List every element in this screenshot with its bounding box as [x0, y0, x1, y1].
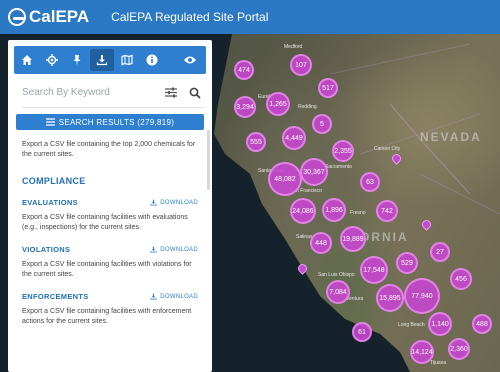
violations-section: VIOLATIONS DOWNLOAD Export a CSV file co… — [22, 245, 198, 280]
home-icon — [22, 55, 32, 65]
place-long-beach: Long Beach — [398, 322, 425, 328]
enforcements-section: ENFORCEMENTS DOWNLOAD Export a CSV file … — [22, 292, 198, 327]
map-cluster[interactable]: 7,084 — [326, 280, 350, 304]
download-tab-button[interactable] — [90, 49, 114, 71]
map-cluster[interactable]: 61 — [352, 322, 372, 342]
map-cluster[interactable]: 3,294 — [234, 96, 256, 118]
map-cluster[interactable]: 742 — [376, 200, 398, 222]
map-cluster[interactable]: 24,086 — [290, 198, 316, 224]
list-icon — [45, 118, 55, 126]
home-button[interactable] — [15, 49, 39, 71]
panel-toolbar — [14, 46, 206, 74]
map-layers-button[interactable] — [115, 49, 139, 71]
download-label: DOWNLOAD — [160, 199, 198, 206]
download-label: DOWNLOAD — [160, 246, 198, 253]
place-medford: Medford — [284, 44, 303, 50]
calepa-logo-icon — [8, 8, 26, 26]
map-cluster[interactable]: 4,449 — [282, 126, 306, 150]
place-sacramento: Sacramento — [325, 164, 352, 170]
map-cluster[interactable]: 1,896 — [322, 198, 346, 222]
enforcements-description: Export a CSV file containing facilities … — [22, 308, 192, 325]
map-cluster[interactable]: 30,367 — [300, 158, 328, 186]
download-icon — [150, 293, 157, 300]
chemicals-export-description: Export a CSV file containing the top 2,0… — [22, 141, 196, 158]
evaluations-description: Export a CSV file containing facilities … — [22, 214, 188, 231]
logo-text: CalEPA — [29, 7, 90, 26]
place-carson-city: Carson City — [374, 146, 401, 152]
filter-sliders-icon — [165, 87, 177, 98]
scrollbar-thumb[interactable] — [207, 130, 210, 190]
map-cluster[interactable]: 17,548 — [360, 256, 388, 284]
pin-icon — [73, 55, 81, 66]
place-tijuana: Tijuana — [430, 360, 447, 366]
eye-icon — [184, 56, 196, 64]
map-cluster[interactable]: 448 — [310, 232, 332, 254]
map-cluster[interactable]: 48,082 — [268, 162, 302, 196]
enforcements-download-link[interactable]: DOWNLOAD — [150, 293, 198, 300]
map-cluster[interactable]: 488 — [472, 314, 492, 334]
download-label: DOWNLOAD — [160, 293, 198, 300]
filter-button[interactable] — [162, 84, 180, 102]
calepa-logo[interactable]: CalEPA — [8, 7, 89, 27]
state-label-california: ORNIA — [360, 230, 409, 244]
evaluations-section: EVALUATIONS DOWNLOAD Export a CSV file c… — [22, 198, 198, 233]
info-button[interactable] — [140, 49, 164, 71]
search-results-button[interactable]: SEARCH RESULTS (279,819) — [16, 114, 204, 130]
search-bar — [22, 78, 204, 108]
map-cluster[interactable]: 529 — [396, 252, 418, 274]
download-icon — [96, 55, 108, 66]
map-cluster[interactable]: 5 — [312, 114, 332, 134]
search-button[interactable] — [186, 84, 204, 102]
map-cluster[interactable]: 19,889 — [340, 226, 366, 252]
map-cluster[interactable]: 27 — [430, 242, 450, 262]
info-icon — [146, 54, 158, 66]
portal-title: CalEPA Regulated Site Portal — [111, 10, 269, 24]
panel-content[interactable]: Export a CSV file containing the top 2,0… — [8, 130, 212, 358]
map-cluster[interactable]: 2,360 — [448, 338, 470, 360]
map-cluster[interactable]: 15,895 — [376, 284, 404, 312]
locate-button[interactable] — [40, 49, 64, 71]
place-redding: Redding — [298, 104, 317, 110]
map-cluster[interactable]: 14,124 — [410, 340, 434, 364]
place-fresno: Fresno — [350, 210, 366, 216]
search-input[interactable] — [22, 87, 156, 98]
search-icon — [189, 87, 201, 99]
evaluations-title: EVALUATIONS — [22, 198, 78, 207]
map-cluster[interactable]: 63 — [360, 172, 380, 192]
map-cluster[interactable]: 517 — [318, 78, 338, 98]
map-cluster[interactable]: 474 — [234, 60, 254, 80]
evaluations-download-link[interactable]: DOWNLOAD — [150, 199, 198, 206]
map-cluster[interactable]: 555 — [246, 132, 266, 152]
pin-button[interactable] — [65, 49, 89, 71]
violations-download-link[interactable]: DOWNLOAD — [150, 246, 198, 253]
compliance-heading: COMPLIANCE — [22, 176, 86, 186]
app-header: CalEPA CalEPA Regulated Site Portal — [0, 0, 500, 34]
side-panel: SEARCH RESULTS (279,819) Export a CSV fi… — [8, 40, 212, 372]
search-results-label: SEARCH RESULTS (279,819) — [58, 117, 175, 127]
violations-title: VIOLATIONS — [22, 245, 71, 254]
place-san-luis-obispo: San Luis Obispo — [318, 272, 355, 278]
map-cluster[interactable]: 107 — [290, 54, 312, 76]
enforcements-title: ENFORCEMENTS — [22, 292, 89, 301]
download-icon — [150, 246, 157, 253]
map-cluster[interactable]: 77,940 — [404, 278, 440, 314]
state-label-nevada: NEVADA — [420, 130, 482, 144]
map-cluster[interactable]: 2,355 — [332, 140, 354, 162]
locate-icon — [46, 54, 58, 66]
violations-description: Export a CSV file containing facilities … — [22, 261, 192, 278]
map-cluster[interactable]: 1,140 — [428, 312, 452, 336]
visibility-button[interactable] — [178, 49, 202, 71]
map-cluster[interactable]: 456 — [450, 268, 472, 290]
download-icon — [150, 199, 157, 206]
map-cluster[interactable]: 1,265 — [266, 92, 290, 116]
map-icon — [121, 54, 133, 66]
